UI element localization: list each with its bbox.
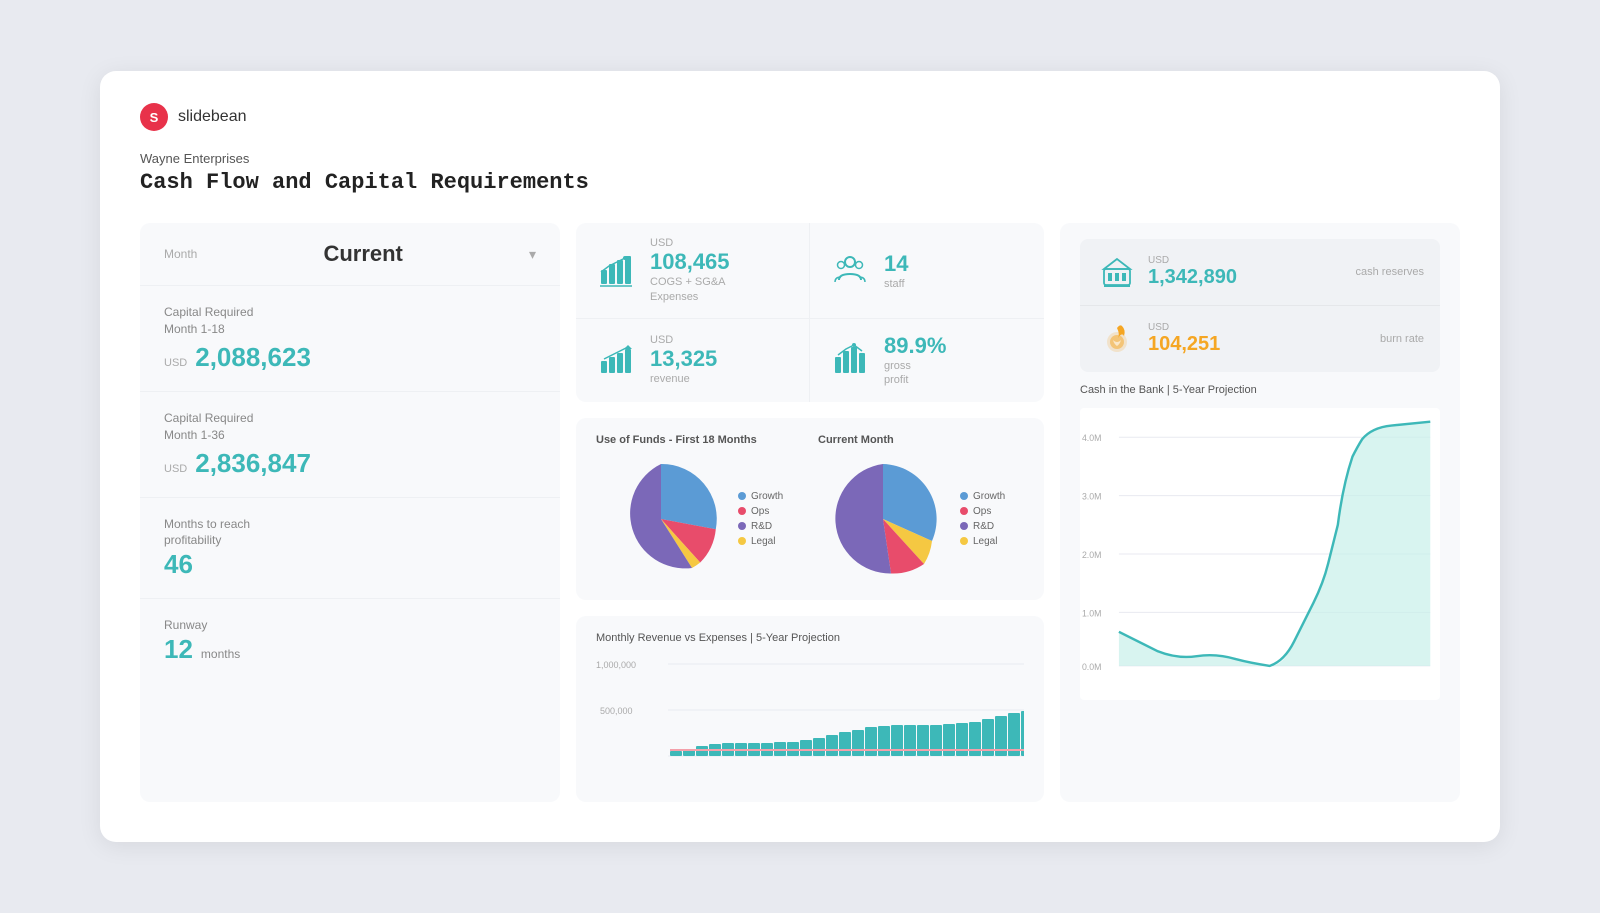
right-panel: USD 1,342,890 cash reserves xyxy=(1060,223,1460,801)
pie-section: Use of Funds - First 18 Months xyxy=(576,418,1044,600)
page-title: Cash Flow and Capital Requirements xyxy=(140,170,1460,195)
pie-chart-1: Use of Funds - First 18 Months xyxy=(596,434,802,584)
bar-chart-icon xyxy=(594,249,638,293)
capital-18-row: Capital RequiredMonth 1-18 USD 2,088,623 xyxy=(140,286,560,392)
main-grid: Month Current ▾ Capital RequiredMonth 1-… xyxy=(140,223,1460,801)
bar-chart-area: 1,000,000 500,000 xyxy=(596,656,1024,786)
revenue-desc: revenue xyxy=(650,372,717,386)
profit-desc: grossprofit xyxy=(884,359,946,388)
cogs-desc: COGS + SG&AExpenses xyxy=(650,275,730,304)
metric-cell-cogs: USD 108,465 COGS + SG&AExpenses xyxy=(576,223,810,319)
bar-chart-title: Monthly Revenue vs Expenses | 5-Year Pro… xyxy=(596,632,1024,644)
revenue-icon xyxy=(594,338,638,382)
line-chart-title: Cash in the Bank | 5-Year Projection xyxy=(1080,384,1440,396)
svg-text:3.0M: 3.0M xyxy=(1082,492,1101,502)
bar-chart-section: Monthly Revenue vs Expenses | 5-Year Pro… xyxy=(576,616,1044,802)
svg-text:4.0M: 4.0M xyxy=(1082,434,1101,444)
header: S slidebean xyxy=(140,103,1460,131)
center-panel: USD 108,465 COGS + SG&AExpenses xyxy=(576,223,1044,801)
capital-36-row: Capital RequiredMonth 1-36 USD 2,836,847 xyxy=(140,392,560,498)
cogs-currency: USD xyxy=(650,237,730,249)
capital-36-label: Capital RequiredMonth 1-36 xyxy=(164,410,536,444)
burn-rate-label: burn rate xyxy=(1380,333,1424,345)
main-card: S slidebean Wayne Enterprises Cash Flow … xyxy=(100,71,1500,841)
runway-label: Runway xyxy=(164,617,536,634)
pie1-title: Use of Funds - First 18 Months xyxy=(596,434,802,446)
metric-cell-revenue: USD 13,325 revenue xyxy=(576,319,810,402)
month-label: Month xyxy=(164,247,197,261)
pie2-legend: Growth Ops R&D Legal xyxy=(960,491,1005,547)
pie1-legend: Growth Ops R&D Legal xyxy=(738,491,783,547)
metrics-grid: USD 108,465 COGS + SG&AExpenses xyxy=(576,223,1044,401)
line-chart-area: 4.0M 3.0M 2.0M 1.0M 0.0M xyxy=(1080,404,1440,785)
pie2-svg xyxy=(818,454,948,584)
logo-text: slidebean xyxy=(178,108,247,126)
company-name: Wayne Enterprises xyxy=(140,151,1460,166)
cash-reserves-value: 1,342,890 xyxy=(1148,266,1346,289)
people-icon xyxy=(828,249,872,293)
cash-reserves-label: cash reserves xyxy=(1356,266,1424,278)
logo-icon: S xyxy=(140,103,168,131)
top-metrics: USD 108,465 COGS + SG&AExpenses xyxy=(576,223,1044,401)
metric-cell-staff: 14 staff xyxy=(810,223,1044,319)
line-chart-svg: 4.0M 3.0M 2.0M 1.0M 0.0M xyxy=(1080,404,1440,704)
staff-desc: staff xyxy=(884,277,908,291)
pie-chart-2: Current Month Gr xyxy=(818,434,1024,584)
bank-icon xyxy=(1096,251,1138,293)
capital-36-value: 2,836,847 xyxy=(195,448,311,479)
svg-text:2.0M: 2.0M xyxy=(1082,550,1101,560)
bar-chart-svg: 1,000,000 500,000 xyxy=(596,656,1024,786)
runway-row: Runway 12 months xyxy=(140,599,560,683)
burn-rate-value: 104,251 xyxy=(1148,333,1370,356)
capital-18-currency: USD xyxy=(164,357,187,369)
staff-value: 14 xyxy=(884,251,908,277)
capital-18-label: Capital RequiredMonth 1-18 xyxy=(164,304,536,338)
month-row: Month Current ▾ xyxy=(140,223,560,286)
runway-suffix: months xyxy=(201,647,240,661)
cogs-value: 108,465 xyxy=(650,249,730,275)
profitability-value: 46 xyxy=(164,549,193,579)
svg-text:0.0M: 0.0M xyxy=(1082,662,1101,672)
svg-text:500,000: 500,000 xyxy=(600,706,633,716)
runway-value: 12 xyxy=(164,634,193,665)
profit-value: 89.9% xyxy=(884,333,946,359)
pie2-title: Current Month xyxy=(818,434,1024,446)
metric-cell-profit: 89.9% grossprofit xyxy=(810,319,1044,402)
revenue-currency: USD xyxy=(650,334,717,346)
profitability-label: Months to reachprofitability xyxy=(164,516,536,550)
pie1-svg xyxy=(596,454,726,584)
dropdown-arrow-icon[interactable]: ▾ xyxy=(529,246,536,263)
svg-text:1,000,000: 1,000,000 xyxy=(596,660,636,670)
svg-text:1.0M: 1.0M xyxy=(1082,609,1101,619)
page-meta: Wayne Enterprises Cash Flow and Capital … xyxy=(140,151,1460,195)
profitability-row: Months to reachprofitability 46 xyxy=(140,498,560,600)
left-panel: Month Current ▾ Capital RequiredMonth 1-… xyxy=(140,223,560,801)
profit-icon xyxy=(828,338,872,382)
revenue-value: 13,325 xyxy=(650,346,717,372)
month-value: Current xyxy=(323,241,402,267)
burn-icon xyxy=(1096,318,1138,360)
capital-18-value: 2,088,623 xyxy=(195,342,311,373)
capital-36-currency: USD xyxy=(164,463,187,475)
